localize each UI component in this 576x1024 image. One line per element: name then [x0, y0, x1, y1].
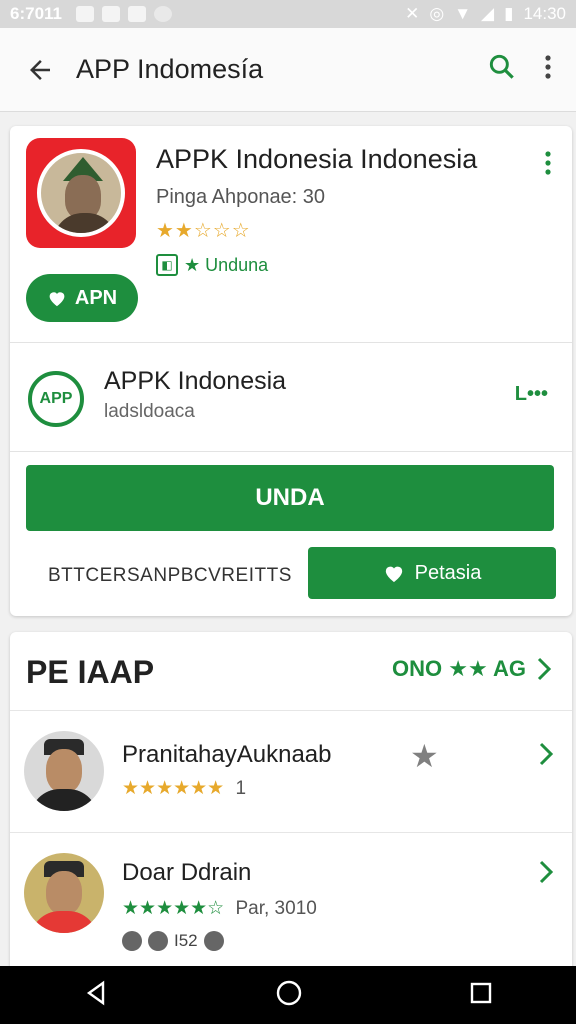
more-vert-icon [545, 151, 551, 175]
app-more-button[interactable] [540, 148, 556, 183]
app-logo-icon: APP [28, 371, 84, 427]
badge-text: ★ Unduna [184, 254, 269, 275]
triangle-back-icon [86, 980, 105, 1005]
avatar-face [46, 749, 82, 793]
review-extra: I52 [122, 931, 224, 951]
entry-subtitle: ladsldoaca [104, 401, 195, 422]
app-subtitle: Pinga Ahponae: 30 [156, 186, 326, 208]
apk-button[interactable]: APN [26, 274, 138, 322]
status-right: ✕ ◎ ▼ ◢ ▮ 14:30 [405, 4, 566, 24]
app-notification-icon [154, 6, 172, 22]
avatar [24, 731, 104, 811]
review-stars: ★★★★★☆ Par, 3010 [122, 897, 317, 920]
status-left: 6:7011 [10, 4, 172, 24]
chevron-right-icon[interactable] [536, 741, 556, 772]
share-icon [203, 931, 224, 951]
star-icon[interactable]: ★ [410, 737, 439, 775]
avatar [24, 853, 104, 933]
app-rating-stars: ★★☆☆☆ [156, 220, 251, 242]
apk-button-label: APN [74, 286, 118, 309]
section-right-text: ONO ★★ AG [392, 656, 526, 681]
entry-more-link[interactable]: L••• [515, 383, 548, 406]
search-button[interactable] [486, 51, 518, 88]
app-badge[interactable]: ◧ ★ Unduna [156, 254, 268, 276]
system-nav-bar [0, 966, 576, 1024]
section-title: PE IAAP [26, 654, 155, 690]
divider [10, 451, 572, 452]
back-button[interactable] [12, 42, 68, 98]
status-time: 6:7011 [10, 4, 62, 23]
app-bar: APP Indomesía [0, 28, 576, 112]
app-icon-portrait [37, 149, 125, 237]
status-clock: 14:30 [523, 4, 566, 23]
section-see-all[interactable]: ONO ★★ AG [392, 656, 554, 682]
app-entry-section: APP APPK Indonesia ladsldoaca L••• UNDA … [10, 342, 572, 612]
avatar-body [30, 789, 98, 811]
square-recents-icon [470, 982, 492, 1003]
heart-icon [385, 566, 402, 583]
review-row[interactable]: Doar Ddrain ★★★★★☆ Par, 3010 I52 [10, 832, 572, 954]
app-bar-actions [486, 51, 560, 88]
circle-home-icon [276, 980, 302, 1005]
nav-home-button[interactable] [275, 979, 303, 1012]
chevron-right-icon [537, 657, 552, 681]
heart-icon [49, 292, 65, 307]
wifi-icon: ▼ [454, 4, 472, 23]
review-meta: Par, 3010 [235, 898, 317, 919]
nav-recents-button[interactable] [469, 981, 493, 1010]
reply-icon [148, 931, 168, 951]
battery-icon: ▮ [504, 4, 514, 23]
image-icon [102, 6, 120, 22]
install-button[interactable]: UNDA [26, 465, 554, 531]
alarm-icon: ◎ [429, 4, 445, 23]
review-name: Doar Ddrain [122, 859, 252, 886]
review-extra-text: I52 [174, 931, 198, 950]
portrait-body [53, 213, 117, 233]
review-stars: ★★★★★★ 1 [122, 777, 246, 800]
status-bar: 6:7011 ✕ ◎ ▼ ◢ ▮ 14:30 [0, 0, 576, 28]
secondary-button[interactable]: Petasia [308, 547, 556, 599]
more-vert-icon [545, 55, 551, 79]
review-meta: 1 [235, 778, 247, 799]
review-row[interactable]: PranitahayAuknaab ★★★★★★ 1 ★ [10, 710, 572, 832]
notification-icon [76, 6, 94, 22]
chevron-right-icon[interactable] [536, 859, 556, 890]
mute-icon: ✕ [405, 4, 420, 23]
message-icon [128, 6, 146, 22]
nav-back-button[interactable] [83, 980, 109, 1011]
entry-small-text: BTTCERSANPBCVREITTS [48, 565, 292, 586]
review-name: PranitahayAuknaab [122, 741, 332, 768]
overflow-menu-button[interactable] [536, 51, 560, 88]
app-title: APPK Indonesia Indonesia [156, 144, 478, 174]
review-star-rating: ★★★★★★ [122, 778, 225, 799]
search-icon [489, 54, 514, 79]
avatar-face [46, 871, 82, 915]
arrow-left-icon [30, 59, 50, 80]
signal-icon: ◢ [481, 4, 495, 23]
badge-icon: ◧ [156, 254, 178, 276]
entry-title: APPK Indonesia [104, 367, 287, 395]
review-star-rating: ★★★★★☆ [122, 898, 225, 919]
reviews-card: PE IAAP ONO ★★ AG PranitahayAuknaab ★★★★… [10, 632, 572, 972]
avatar-body [30, 911, 98, 933]
secondary-button-label: Petasia [414, 561, 482, 584]
page-title: APP Indomesía [76, 54, 264, 84]
app-detail-card: APPK Indonesia Indonesia Pinga Ahponae: … [10, 126, 572, 616]
app-icon[interactable] [26, 138, 136, 248]
like-icon [122, 931, 142, 951]
